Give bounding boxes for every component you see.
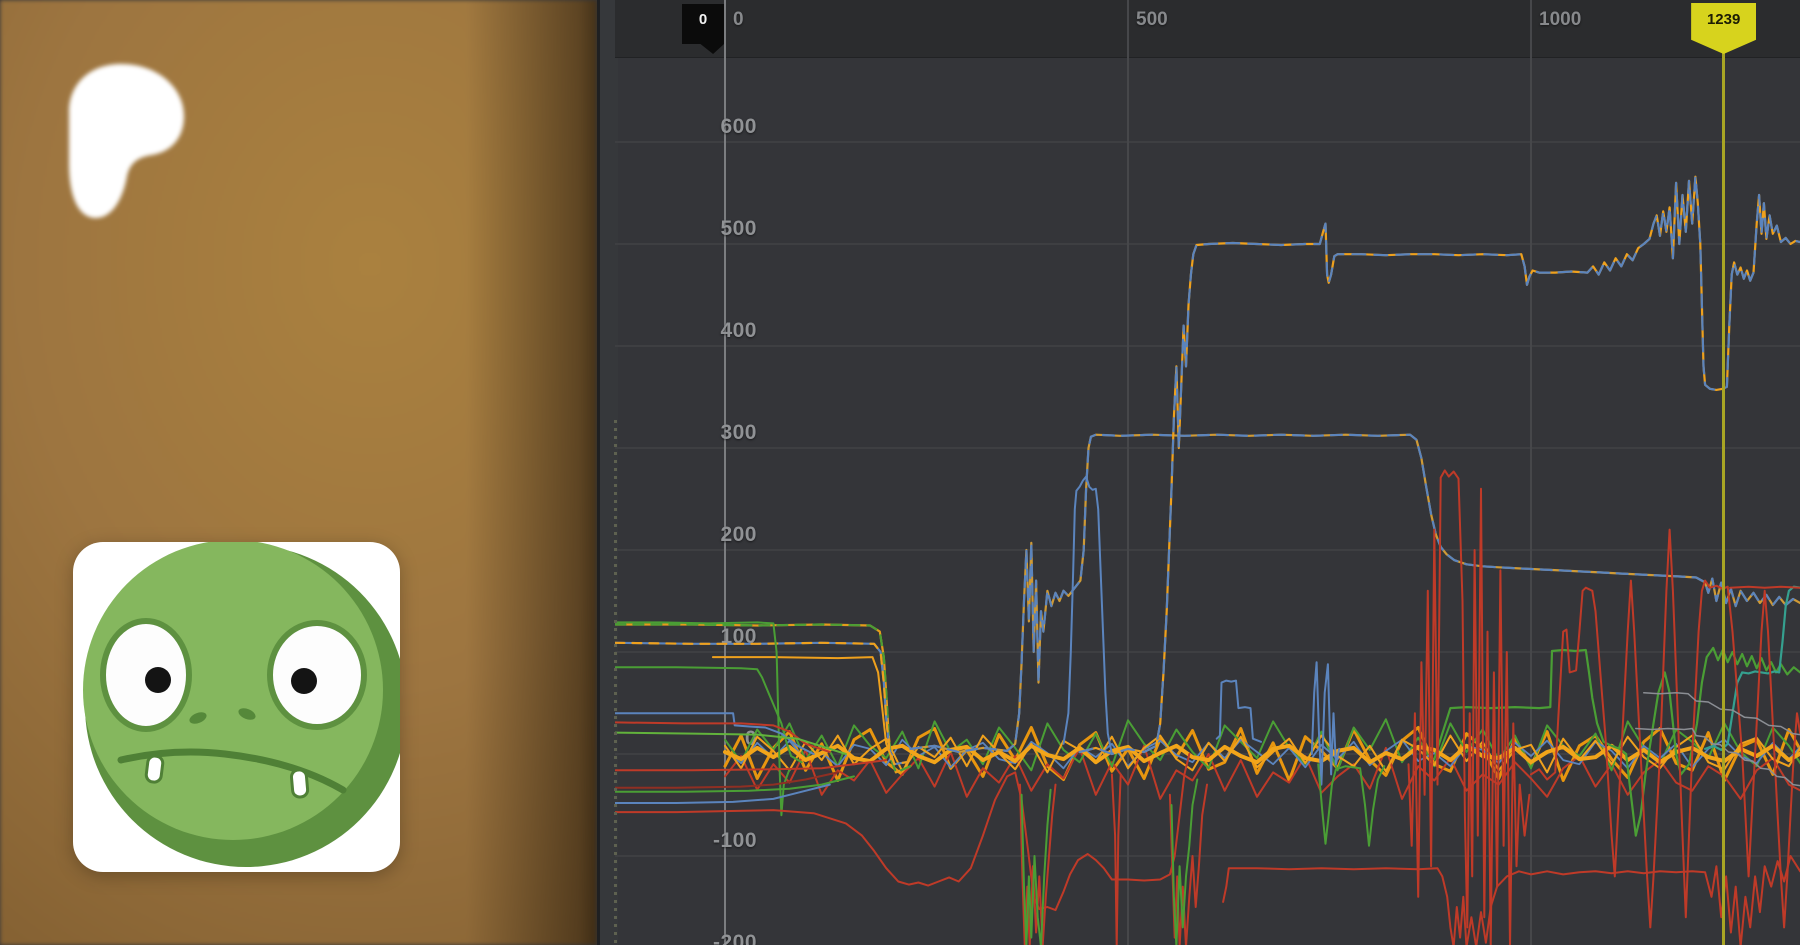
curve-entry-green-neg37[interactable] xyxy=(615,776,854,791)
curve-teal-right[interactable] xyxy=(1705,587,1800,750)
curve-red-plateau-right-163[interactable] xyxy=(1730,587,1800,588)
curve-blue-stepped-B-main[interactable] xyxy=(1080,177,1800,754)
curve-red-bottom-wander[interactable] xyxy=(615,754,1189,910)
screenshot-root: 6005004003002001000-100-20005001000 0 12… xyxy=(0,0,1800,945)
panel-resize-handle[interactable] xyxy=(614,420,617,945)
curve-blue-stepped-B-main[interactable] xyxy=(1080,177,1800,754)
curve-entry-orange-95[interactable] xyxy=(713,657,893,760)
curve-blue-bump-262[interactable] xyxy=(1064,477,1112,754)
curve-red-vertical-486[interactable] xyxy=(1112,774,1121,945)
playhead-line[interactable] xyxy=(1722,40,1725,945)
curve-canvas[interactable] xyxy=(0,0,1800,945)
